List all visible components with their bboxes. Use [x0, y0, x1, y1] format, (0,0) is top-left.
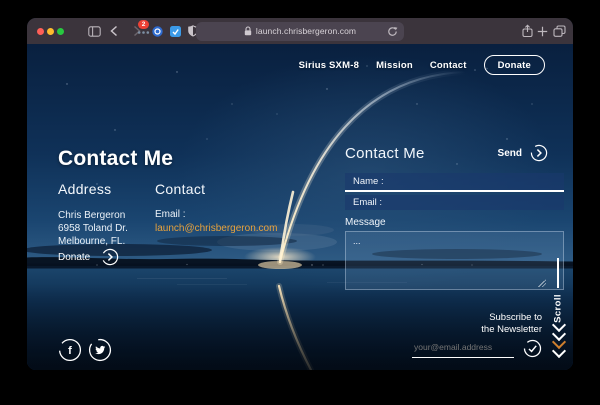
- message-wrap: [345, 231, 564, 290]
- back-button-icon[interactable]: [109, 25, 119, 37]
- nav-link-mission[interactable]: Mission: [376, 60, 413, 71]
- webpage-content: Sirius SXM-8 Mission Contact Donate Cont…: [27, 44, 573, 370]
- send-group: Send: [498, 144, 548, 162]
- newsletter-submit-button[interactable]: [523, 339, 542, 358]
- contact-form: Contact Me Send Message: [345, 144, 564, 290]
- donate-arrow-button[interactable]: [101, 248, 119, 266]
- email-input[interactable]: [345, 195, 564, 210]
- social-links: f: [58, 338, 112, 362]
- form-header: Contact Me Send: [345, 144, 548, 162]
- browser-titlebar: 2 launch.chrisbergeron.com: [27, 18, 573, 44]
- nav-link-contact[interactable]: Contact: [430, 60, 467, 71]
- sidebar-toggle-icon[interactable]: [88, 25, 101, 37]
- form-title: Contact Me: [345, 144, 425, 162]
- url-text: launch.chrisbergeron.com: [255, 26, 357, 36]
- newsletter-heading-line1: Subscribe to: [489, 312, 542, 323]
- extension-badge-count: 2: [138, 19, 149, 29]
- svg-text:f: f: [68, 345, 72, 357]
- email-link[interactable]: launch@chrisbergeron.com: [155, 223, 277, 234]
- newsletter-heading-line2: the Newsletter: [481, 323, 542, 335]
- page-title: Contact Me: [58, 147, 174, 170]
- lock-icon: [244, 26, 252, 36]
- new-tab-icon[interactable]: [537, 26, 548, 37]
- address-line: Melbourne, FL.: [58, 236, 126, 247]
- address-column: Address Chris Bergeron 6958 Toland Dr. M…: [58, 181, 155, 248]
- reload-icon[interactable]: [387, 26, 398, 37]
- name-input[interactable]: [345, 173, 564, 192]
- contact-heading: Contact: [155, 181, 206, 197]
- facebook-icon[interactable]: f: [58, 338, 82, 362]
- message-label: Message: [345, 217, 386, 228]
- address-line: 6958 Toland Dr.: [58, 223, 128, 234]
- twitter-icon[interactable]: [88, 338, 112, 362]
- share-icon[interactable]: [521, 24, 534, 38]
- close-window-button[interactable]: [37, 27, 44, 35]
- address-heading: Address: [58, 181, 112, 197]
- password-extension-icon[interactable]: [151, 25, 163, 37]
- send-label: Send: [497, 147, 522, 159]
- site-navigation: Sirius SXM-8 Mission Contact Donate: [299, 55, 545, 75]
- address-line: Chris Bergeron: [58, 210, 126, 221]
- blue-square-extension-icon[interactable]: [169, 25, 181, 37]
- email-label: Email :: [155, 209, 186, 220]
- donate-row: Donate: [58, 248, 119, 266]
- message-textarea[interactable]: [345, 231, 564, 290]
- tab-overview-icon[interactable]: [553, 25, 566, 37]
- nav-donate-button[interactable]: Donate: [483, 55, 545, 75]
- contact-info-columns: Address Chris Bergeron 6958 Toland Dr. M…: [58, 181, 277, 248]
- zoom-window-button[interactable]: [57, 27, 64, 35]
- browser-window: 2 launch.chrisbergeron.com Sirius SXM-8 …: [27, 18, 573, 370]
- more-extensions-icon[interactable]: [137, 30, 150, 35]
- nav-link-sirius-sxm8[interactable]: Sirius SXM-8: [299, 60, 359, 71]
- newsletter-row: [412, 339, 542, 358]
- minimize-window-button[interactable]: [47, 27, 54, 35]
- newsletter-email-input[interactable]: [412, 339, 514, 358]
- scroll-line: [557, 258, 559, 288]
- contact-column: Contact Email : launch@chrisbergeron.com: [155, 181, 277, 248]
- send-button[interactable]: [530, 144, 548, 162]
- newsletter-block: Subscribe to the Newsletter: [412, 312, 542, 358]
- address-bar[interactable]: launch.chrisbergeron.com: [196, 21, 404, 41]
- donate-label: Donate: [58, 251, 91, 263]
